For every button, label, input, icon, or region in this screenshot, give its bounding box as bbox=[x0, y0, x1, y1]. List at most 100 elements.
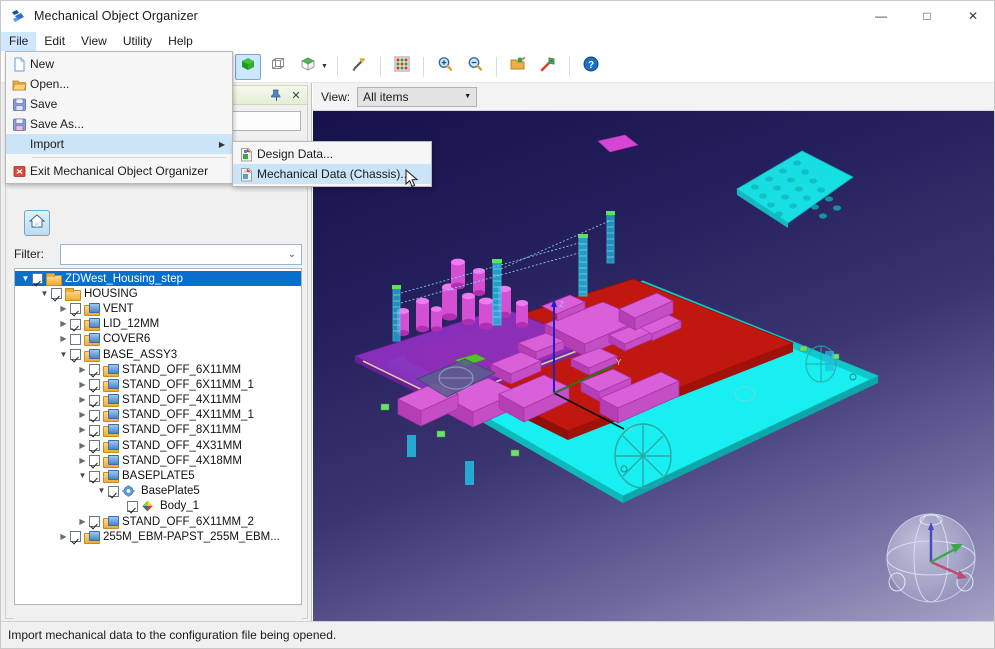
tree-item[interactable]: ▶ VENT bbox=[15, 301, 301, 316]
home-button[interactable] bbox=[24, 210, 50, 236]
minimize-button[interactable]: — bbox=[858, 1, 904, 31]
part-folder-icon bbox=[103, 394, 118, 406]
tree-item[interactable]: ▶STAND_OFF_4X18MM bbox=[15, 453, 301, 468]
tree-item-checkbox[interactable] bbox=[51, 288, 62, 299]
maximize-button[interactable]: □ bbox=[904, 1, 950, 31]
tree-item[interactable]: ▶STAND_OFF_4X11MM_1 bbox=[15, 408, 301, 423]
tree-item[interactable]: ▼BASE_ASSY3 bbox=[15, 347, 301, 362]
chevron-right-icon[interactable]: ▶ bbox=[76, 366, 89, 374]
grid-button[interactable] bbox=[389, 54, 415, 80]
chevron-right-icon[interactable]: ▶ bbox=[57, 320, 70, 328]
chevron-down-icon[interactable]: ⌄ bbox=[288, 249, 296, 260]
close-icon[interactable]: ✕ bbox=[287, 87, 305, 103]
file-menu-new-label: New bbox=[30, 57, 54, 71]
tree-item-label: STAND_OFF_4X31MM bbox=[122, 440, 242, 452]
file-menu-save[interactable]: Save bbox=[6, 94, 232, 114]
tree-item-checkbox[interactable] bbox=[89, 516, 100, 527]
tree-item-checkbox[interactable] bbox=[70, 349, 81, 360]
chevron-down-icon[interactable]: ▼ bbox=[321, 63, 328, 70]
chevron-right-icon[interactable]: ▶ bbox=[57, 335, 70, 343]
file-menu-import[interactable]: Import ▶ bbox=[6, 134, 232, 154]
tree-item-checkbox[interactable] bbox=[89, 471, 100, 482]
help-button[interactable]: ? bbox=[578, 54, 604, 80]
3d-viewport[interactable]: Z X Y bbox=[313, 111, 995, 623]
tree-item-checkbox[interactable] bbox=[70, 334, 81, 345]
chevron-right-icon[interactable]: ▶ bbox=[57, 305, 70, 313]
chevron-down-icon[interactable]: ▼ bbox=[95, 487, 108, 495]
floppy-disk-as-icon bbox=[8, 117, 30, 132]
object-tree[interactable]: ▼ ZDWest_Housing_step▼HOUSING ▶ VENT ▶LID_12… bbox=[14, 268, 302, 605]
tree-item[interactable]: Body_1 bbox=[15, 499, 301, 514]
tree-item[interactable]: ▶LID_12MM bbox=[15, 317, 301, 332]
chevron-down-icon[interactable]: ▼ bbox=[38, 290, 51, 298]
folder-icon bbox=[46, 273, 61, 285]
tree-item-checkbox[interactable] bbox=[89, 440, 100, 451]
tree-item-checkbox[interactable] bbox=[89, 379, 100, 390]
tree-item[interactable]: ▶STAND_OFF_6X11MM_2 bbox=[15, 514, 301, 529]
tree-item-checkbox[interactable] bbox=[89, 395, 100, 406]
menu-view[interactable]: View bbox=[73, 32, 115, 51]
tree-item[interactable]: ▼BASEPLATE5 bbox=[15, 468, 301, 483]
chevron-right-icon[interactable]: ▶ bbox=[76, 426, 89, 434]
tree-item[interactable]: ▼ ZDWest_Housing_step bbox=[15, 271, 301, 286]
filter-input[interactable]: ⌄ bbox=[60, 244, 302, 265]
chevron-right-icon[interactable]: ▶ bbox=[76, 396, 89, 404]
tree-item[interactable]: ▼BasePlate5 bbox=[15, 484, 301, 499]
tree-item-checkbox[interactable] bbox=[89, 455, 100, 466]
tree-item[interactable]: ▶STAND_OFF_6X11MM bbox=[15, 362, 301, 377]
tree-item-checkbox[interactable] bbox=[108, 486, 119, 497]
file-menu-new[interactable]: New bbox=[6, 54, 232, 74]
submenu-mechanical-data[interactable]: Mechanical Data (Chassis)... bbox=[233, 164, 431, 184]
file-menu-exit[interactable]: Exit Mechanical Object Organizer bbox=[6, 161, 232, 181]
tree-item-label: ZDWest_Housing_step bbox=[65, 273, 183, 285]
submenu-design-data[interactable]: Design Data... bbox=[233, 144, 431, 164]
zoom-in-button[interactable] bbox=[432, 54, 458, 80]
zoom-out-button[interactable] bbox=[462, 54, 488, 80]
chevron-right-icon[interactable]: ▶ bbox=[76, 411, 89, 419]
tree-item[interactable]: ▶ 255M_EBM-PAPST_255M_EBM... bbox=[15, 529, 301, 544]
navigation-sphere[interactable] bbox=[879, 506, 984, 611]
chevron-down-icon[interactable]: ▼ bbox=[19, 275, 32, 283]
chevron-down-icon[interactable]: ▼ bbox=[76, 472, 89, 480]
tree-item[interactable]: ▼HOUSING bbox=[15, 286, 301, 301]
tree-item-label: VENT bbox=[103, 303, 134, 315]
pin-icon[interactable] bbox=[267, 87, 285, 103]
tree-item[interactable]: ▶STAND_OFF_8X11MM bbox=[15, 423, 301, 438]
file-menu-save-as[interactable]: Save As... bbox=[6, 114, 232, 134]
tree-item-checkbox[interactable] bbox=[127, 501, 138, 512]
import-data-icon bbox=[235, 147, 257, 162]
tree-item-checkbox[interactable] bbox=[89, 364, 100, 375]
tree-item-checkbox[interactable] bbox=[89, 410, 100, 421]
tree-item-checkbox[interactable] bbox=[70, 531, 81, 542]
tree-item[interactable]: ▶ STAND_OFF_4X31MM bbox=[15, 438, 301, 453]
tree-item-checkbox[interactable] bbox=[70, 319, 81, 330]
view-filter-dropdown[interactable]: All items ▼ bbox=[357, 87, 477, 107]
tree-item[interactable]: ▶COVER6 bbox=[15, 332, 301, 347]
menu-file[interactable]: File bbox=[1, 32, 36, 51]
shaded-view-button[interactable] bbox=[235, 54, 261, 80]
close-button[interactable]: ✕ bbox=[950, 1, 995, 31]
open-folder-button[interactable] bbox=[505, 54, 531, 80]
menu-help[interactable]: Help bbox=[160, 32, 201, 51]
chevron-right-icon[interactable]: ▶ bbox=[76, 442, 89, 450]
tree-item-checkbox[interactable] bbox=[70, 303, 81, 314]
tree-item[interactable]: ▶STAND_OFF_6X11MM_1 bbox=[15, 377, 301, 392]
file-menu-open[interactable]: Open... bbox=[6, 74, 232, 94]
menu-edit[interactable]: Edit bbox=[36, 32, 73, 51]
tree-item-checkbox[interactable] bbox=[89, 425, 100, 436]
tree-item[interactable]: ▶STAND_OFF_4X11MM bbox=[15, 393, 301, 408]
status-bar: Import mechanical data to the configurat… bbox=[1, 621, 995, 648]
chevron-right-icon[interactable]: ▶ bbox=[76, 381, 89, 389]
tree-item-checkbox[interactable] bbox=[32, 273, 43, 284]
chevron-right-icon[interactable]: ▶ bbox=[76, 457, 89, 465]
shaded-with-edges-button[interactable] bbox=[295, 54, 321, 80]
tree-item-label: 255M_EBM-PAPST_255M_EBM... bbox=[103, 531, 280, 543]
menu-utility[interactable]: Utility bbox=[115, 32, 160, 51]
chevron-right-icon[interactable]: ▶ bbox=[76, 518, 89, 526]
wireframe-view-button[interactable] bbox=[265, 54, 291, 80]
chevron-right-icon[interactable]: ▶ bbox=[57, 533, 70, 541]
chevron-down-icon[interactable]: ▼ bbox=[57, 351, 70, 359]
magnifier-plus-icon bbox=[436, 55, 454, 78]
measure-button[interactable] bbox=[346, 54, 372, 80]
settings-button[interactable] bbox=[535, 54, 561, 80]
